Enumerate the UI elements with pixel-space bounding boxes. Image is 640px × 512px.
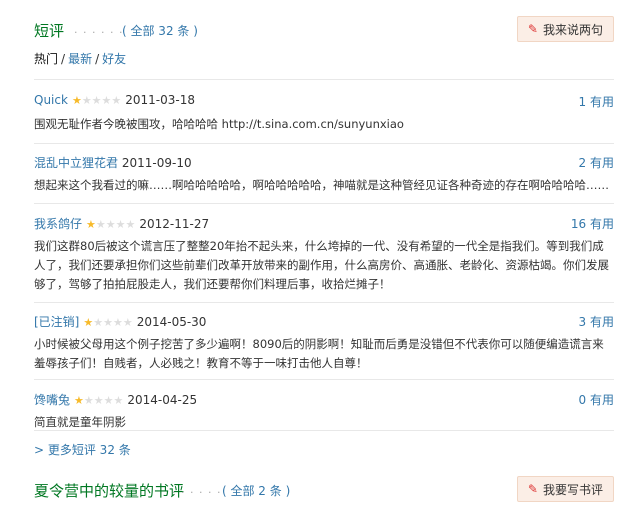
comment-date: 2014-05-30 (136, 315, 207, 329)
filter-friends[interactable]: 好友 (102, 52, 126, 66)
filter-hot[interactable]: 热门 (34, 52, 58, 66)
comment-user[interactable]: 馋嘴兔 (34, 393, 70, 407)
comment-text: 小时候被父母用这个例子挖苦了多少遍啊！8090后的阴影啊！知耻而后勇是没错但不代… (34, 337, 604, 370)
review-filters: 热门 / 最新 / 好友 (34, 52, 127, 66)
comment-user[interactable]: 我系鸽仔 (34, 217, 82, 231)
book-reviews-header: 夏令营中的较量的书评 · · · · · · ( 全部 2 条 ) ✎ 我要写书… (34, 476, 614, 512)
comment-user[interactable]: [已注销] (34, 315, 79, 329)
page: 短评 · · · · · · ( 全部 32 条 ) ✎ 我来说两句 热门 / 最新… (0, 0, 640, 509)
pencil-icon: ✎ (527, 22, 538, 36)
write-book-review-label: 我要写书评 (542, 482, 603, 497)
comment-date: 2014-04-25 (127, 393, 198, 407)
write-book-review-button[interactable]: ✎ 我要写书评 (516, 476, 614, 502)
all-short-reviews-link[interactable]: ( 全部 32 条 ) (122, 22, 198, 39)
more-short-reviews-link[interactable]: > 更多短评 32 条 (34, 441, 131, 458)
comment-date: 2011-09-10 (121, 156, 192, 170)
useful-votes[interactable]: 1 有用 (579, 93, 614, 110)
rating-stars: ★★★★★ (71, 94, 122, 107)
pencil-icon: ✎ (527, 482, 538, 496)
useful-votes[interactable]: 0 有用 (579, 391, 614, 408)
useful-votes[interactable]: 16 有用 (571, 215, 614, 232)
write-short-review-label: 我来说两句 (542, 22, 603, 37)
divider (34, 302, 614, 303)
comment-text: 想起来这个我看过的嘛……啊哈哈哈哈哈，啊哈哈哈哈哈，神喵就是这种管经见证各种奇迹… (34, 178, 609, 192)
short-reviews-header: 短评 · · · · · · ( 全部 32 条 ) ✎ 我来说两句 (34, 16, 614, 52)
comment-text: 我们这群80后被这个谎言压了整整20年抬不起头来，什么垮掉的一代、没有希望的一代… (34, 239, 609, 291)
comment-date: 2011-03-18 (125, 93, 196, 107)
comment-item: 我系鸽仔 ★★★★★ 2012-11-27 16 有用 我们这群80后被这个谎言压了… (34, 215, 614, 294)
comment-item: [已注销] ★★★★★ 2014-05-30 3 有用 小时候被父母用这个例子挖苦了… (34, 313, 614, 373)
divider (34, 430, 614, 431)
comment-user[interactable]: Quick (34, 93, 68, 107)
rating-stars: ★★★★★ (74, 394, 124, 407)
comment-item: 混乱中立狸花君 2011-09-10 2 有用 想起来这个我看过的嘛……啊哈哈哈… (34, 154, 614, 195)
comment-date: 2012-11-27 (139, 217, 210, 231)
comment-item: Quick ★★★★★ 2011-03-18 1 有用 围观无耻作者今晚被围攻，哈哈… (34, 93, 614, 134)
useful-votes[interactable]: 3 有用 (579, 313, 614, 330)
divider (34, 203, 614, 204)
comment-user[interactable]: 混乱中立狸花君 (34, 156, 118, 170)
filter-latest[interactable]: 最新 (68, 52, 92, 66)
all-book-reviews-link[interactable]: ( 全部 2 条 ) (222, 482, 290, 499)
short-reviews-title: 短评 (34, 22, 65, 40)
rating-stars: ★★★★★ (83, 316, 133, 329)
comment-text: 围观无耻作者今晚被围攻，哈哈哈哈 http://t.sina.com.cn/su… (34, 117, 404, 131)
rating-stars: ★★★★★ (86, 218, 136, 231)
divider (34, 379, 614, 380)
comment-item: 馋嘴兔 ★★★★★ 2014-04-25 0 有用 简直就是童年阴影 (34, 391, 614, 432)
write-short-review-button[interactable]: ✎ 我来说两句 (516, 16, 614, 42)
title-dots: · · · · · · (74, 26, 124, 39)
divider (34, 143, 614, 144)
title-dots: · · · · · · (172, 486, 222, 499)
divider (34, 79, 614, 80)
useful-votes[interactable]: 2 有用 (579, 154, 614, 171)
book-reviews-title: 夏令营中的较量的书评 (34, 482, 185, 500)
